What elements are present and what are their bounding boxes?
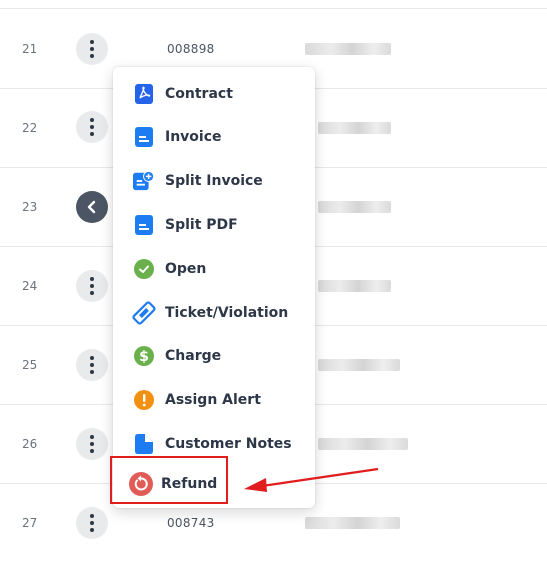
record-id: 008898 xyxy=(167,42,215,56)
menu-item-assign-alert[interactable]: Assign Alert xyxy=(113,380,315,420)
row-number: 21 xyxy=(22,42,38,56)
alert-circle-icon xyxy=(133,389,155,411)
row-number: 26 xyxy=(22,437,38,451)
kebab-icon xyxy=(90,514,94,532)
annotation-arrow-icon xyxy=(244,467,379,492)
redacted-value xyxy=(318,201,391,213)
menu-item-label: Open xyxy=(165,261,207,277)
menu-item-ticket-violation[interactable]: Ticket/Violation xyxy=(113,293,315,333)
row-actions-button[interactable] xyxy=(76,507,108,539)
menu-item-label: Split Invoice xyxy=(165,173,263,189)
row-number: 23 xyxy=(22,200,38,214)
row-actions-button[interactable] xyxy=(76,111,108,143)
redacted-value xyxy=(318,438,408,450)
kebab-icon xyxy=(90,435,94,453)
split-invoice-icon xyxy=(133,170,155,192)
row-number: 25 xyxy=(22,358,38,372)
menu-item-open[interactable]: Open xyxy=(113,249,315,289)
pdf-file-icon xyxy=(133,83,155,105)
row-actions-button[interactable] xyxy=(76,33,108,65)
row-number: 27 xyxy=(22,516,38,530)
dollar-circle-icon: $ xyxy=(133,345,155,367)
row-number: 22 xyxy=(22,121,38,135)
menu-item-charge[interactable]: $ Charge xyxy=(113,336,315,376)
row-actions-button[interactable] xyxy=(76,428,108,460)
redacted-value xyxy=(305,517,400,529)
redacted-value xyxy=(305,43,391,55)
check-circle-icon xyxy=(133,258,155,280)
row-actions-button[interactable] xyxy=(76,349,108,381)
menu-item-label: Split PDF xyxy=(165,217,238,233)
menu-item-label: Ticket/Violation xyxy=(165,305,289,321)
chevron-left-icon xyxy=(87,200,96,214)
menu-item-label: Contract xyxy=(165,86,233,102)
menu-item-label: Assign Alert xyxy=(165,392,261,408)
kebab-icon xyxy=(90,277,94,295)
ticket-icon xyxy=(131,301,157,325)
note-icon xyxy=(133,433,155,455)
document-icon xyxy=(133,126,155,148)
menu-item-split-invoice[interactable]: Split Invoice xyxy=(113,161,315,201)
kebab-icon xyxy=(90,118,94,136)
redacted-value xyxy=(318,280,391,292)
row-actions-menu: Contract Invoice Split Invoice Split PDF… xyxy=(113,67,315,508)
menu-item-contract[interactable]: Contract xyxy=(113,74,315,114)
row-actions-button[interactable] xyxy=(76,270,108,302)
menu-item-split-pdf[interactable]: Split PDF xyxy=(113,205,315,245)
row-number: 24 xyxy=(22,279,38,293)
menu-item-invoice[interactable]: Invoice xyxy=(113,117,315,157)
menu-item-label: Customer Notes xyxy=(165,436,292,452)
menu-item-label: Charge xyxy=(165,348,222,364)
svg-text:$: $ xyxy=(139,349,149,365)
kebab-icon xyxy=(90,40,94,58)
redacted-value xyxy=(318,359,400,371)
record-id: 008743 xyxy=(167,516,215,530)
document-icon xyxy=(133,214,155,236)
row-actions-button[interactable] xyxy=(76,191,108,223)
menu-item-label: Invoice xyxy=(165,129,222,145)
kebab-icon xyxy=(90,356,94,374)
redacted-value xyxy=(318,122,391,134)
refund-highlight-box xyxy=(110,456,228,504)
